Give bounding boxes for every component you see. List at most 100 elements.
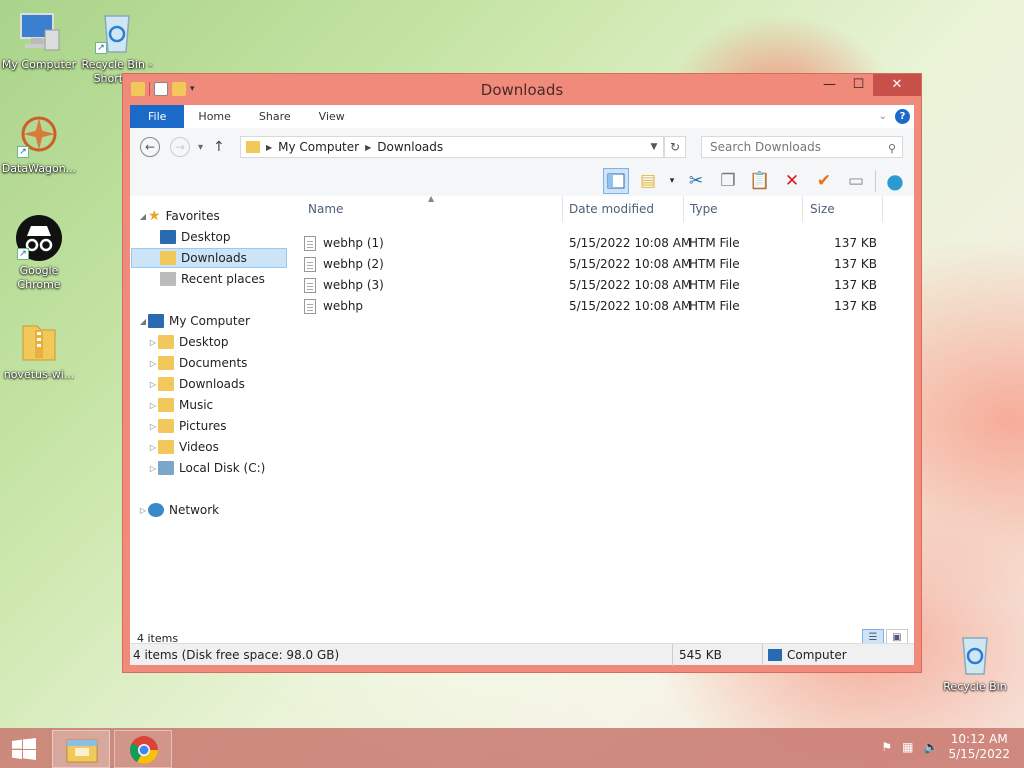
tab-view[interactable]: View [305, 105, 359, 128]
chevron-down-icon[interactable]: ▾ [667, 168, 677, 194]
collapsed-arrow-icon[interactable]: ▷ [148, 359, 158, 368]
desktop-icon-label: My Computer [1, 58, 77, 71]
volume-muted-icon[interactable]: 🔈 [924, 740, 939, 754]
table-row[interactable]: webhp (2) 5/15/2022 10:08 AM HTM File 13… [304, 254, 884, 275]
copy-button[interactable]: ❐ [715, 168, 741, 194]
clock-time: 10:12 AM [950, 732, 1008, 746]
desktop-folder-icon [158, 335, 174, 349]
details-bar: 4 items (Disk free space: 98.0 GB) 545 K… [130, 643, 914, 666]
collapsed-arrow-icon[interactable]: ▷ [148, 401, 158, 410]
column-date[interactable]: Date modified [569, 202, 654, 216]
desktop-icon-my-computer[interactable]: My Computer [0, 8, 78, 72]
file-date: 5/15/2022 10:08 AM [569, 257, 692, 271]
collapsed-arrow-icon[interactable]: ▷ [148, 464, 158, 473]
desktop-icon-google-chrome[interactable]: ↗ Google Chrome [0, 214, 78, 292]
nav-label: Favorites [165, 209, 220, 223]
collapsed-arrow-icon[interactable]: ▷ [138, 506, 148, 515]
globe-icon[interactable]: ● [882, 168, 908, 194]
table-row[interactable]: webhp (3) 5/15/2022 10:08 AM HTM File 13… [304, 275, 884, 296]
collapsed-arrow-icon[interactable]: ▷ [148, 338, 158, 347]
file-date: 5/15/2022 10:08 AM [569, 299, 692, 313]
table-row[interactable]: webhp (1) 5/15/2022 10:08 AM HTM File 13… [304, 233, 884, 254]
column-divider [802, 196, 803, 222]
delete-button[interactable]: ✕ [779, 168, 805, 194]
videos-folder-icon [158, 440, 174, 454]
details-summary: 4 items (Disk free space: 98.0 GB) [133, 648, 340, 662]
column-divider [882, 196, 883, 222]
window-controls: — ☐ ✕ [815, 74, 921, 96]
column-divider [683, 196, 684, 222]
column-size[interactable]: Size [810, 202, 835, 216]
column-type[interactable]: Type [690, 202, 718, 216]
address-row: ← → ▾ ↑ ▶ My Computer ▶ Downloads ▼ ↻ Se… [130, 128, 914, 166]
address-dropdown-icon[interactable]: ▼ [645, 142, 663, 152]
refresh-button[interactable]: ↻ [664, 136, 686, 158]
back-button[interactable]: ← [140, 137, 160, 157]
check-button[interactable]: ✔ [811, 168, 837, 194]
collapsed-arrow-icon[interactable]: ▷ [148, 422, 158, 431]
nav-music[interactable]: ▷ Music [148, 395, 288, 415]
nav-videos[interactable]: ▷ Videos [148, 437, 288, 457]
tab-home[interactable]: Home [184, 105, 244, 128]
rename-button[interactable]: ▭ [843, 168, 869, 194]
file-explorer-taskbar-button[interactable] [52, 730, 110, 768]
nav-fav-downloads[interactable]: Downloads [131, 248, 287, 268]
nav-favorites[interactable]: ◢ ★ Favorites [138, 206, 296, 226]
network-icon [148, 503, 164, 517]
maximize-button[interactable]: ☐ [844, 74, 873, 96]
nav-downloads[interactable]: ▷ Downloads [148, 374, 288, 394]
desktop-icon-datawagon[interactable]: ↗ DataWagon... [0, 112, 78, 176]
column-name[interactable]: Name [308, 202, 343, 216]
system-tray: ⚑ ▦ 🔈 10:12 AM 5/15/2022 [881, 732, 1010, 762]
preview-pane-button[interactable] [603, 168, 629, 194]
action-center-flag-icon[interactable]: ⚑ [881, 740, 892, 754]
address-bar[interactable]: ▶ My Computer ▶ Downloads ▼ [240, 136, 664, 158]
desktop-icon-label: Recycle Bin [943, 680, 1007, 693]
close-button[interactable]: ✕ [873, 74, 921, 96]
tab-file[interactable]: File [130, 105, 185, 128]
tab-share[interactable]: Share [245, 105, 305, 128]
desktop-icon-label: DataWagon... [1, 162, 77, 175]
nav-documents[interactable]: ▷ Documents [148, 353, 288, 373]
nav-fav-desktop[interactable]: Desktop [160, 227, 288, 247]
title-bar[interactable]: ▾ Downloads — ☐ ✕ [123, 74, 921, 106]
nav-my-computer[interactable]: ◢ My Computer [138, 311, 296, 331]
nav-local-disk[interactable]: ▷ Local Disk (C:) [148, 458, 288, 478]
breadcrumb-my-computer[interactable]: My Computer [278, 140, 359, 154]
desktop-icon-label: novetus-wi... [3, 368, 75, 381]
up-button[interactable]: ↑ [213, 139, 225, 155]
nav-pictures[interactable]: ▷ Pictures [148, 416, 288, 436]
desktop-icon-recycle-bin[interactable]: Recycle Bin [936, 630, 1014, 694]
nav-network[interactable]: ▷ Network [138, 500, 296, 520]
minimize-button[interactable]: — [815, 74, 844, 96]
search-input[interactable]: Search Downloads ⚲ [701, 136, 903, 158]
clock[interactable]: 10:12 AM 5/15/2022 [948, 732, 1010, 762]
cut-button[interactable]: ✂ [683, 168, 709, 194]
expanded-arrow-icon[interactable]: ◢ [138, 317, 148, 326]
star-icon: ★ [148, 208, 161, 224]
breadcrumb-downloads[interactable]: Downloads [377, 140, 443, 154]
recycle-bin-icon: ↗ [93, 8, 141, 56]
paste-button[interactable]: 📋 [747, 168, 773, 194]
network-status-icon[interactable]: ▦ [902, 740, 913, 754]
breadcrumb-separator-icon: ▶ [365, 142, 372, 152]
expanded-arrow-icon[interactable]: ◢ [138, 212, 148, 221]
chrome-taskbar-button[interactable] [114, 730, 172, 768]
table-row[interactable]: webhp 5/15/2022 10:08 AM HTM File 137 KB [304, 296, 884, 317]
windows-start-icon[interactable] [10, 738, 38, 760]
expand-ribbon-icon[interactable]: ⌄ [879, 111, 887, 122]
help-icon[interactable]: ? [895, 109, 910, 124]
properties-button[interactable]: ▤ [635, 168, 661, 194]
nav-fav-recent[interactable]: Recent places [160, 269, 288, 289]
nav-desktop[interactable]: ▷ Desktop [148, 332, 288, 352]
desktop-icon-novetus[interactable]: novetus-wi... [0, 318, 78, 382]
file-size: 137 KB [834, 236, 877, 250]
pictures-folder-icon [158, 419, 174, 433]
recent-locations-icon[interactable]: ▾ [198, 142, 203, 153]
command-toolbar: ▤ ▾ ✂ ❐ 📋 ✕ ✔ ▭ ● [130, 166, 914, 196]
collapsed-arrow-icon[interactable]: ▷ [148, 380, 158, 389]
forward-button[interactable]: → [170, 137, 190, 157]
nav-label: Desktop [181, 230, 231, 244]
details-divider [762, 644, 763, 666]
collapsed-arrow-icon[interactable]: ▷ [148, 443, 158, 452]
